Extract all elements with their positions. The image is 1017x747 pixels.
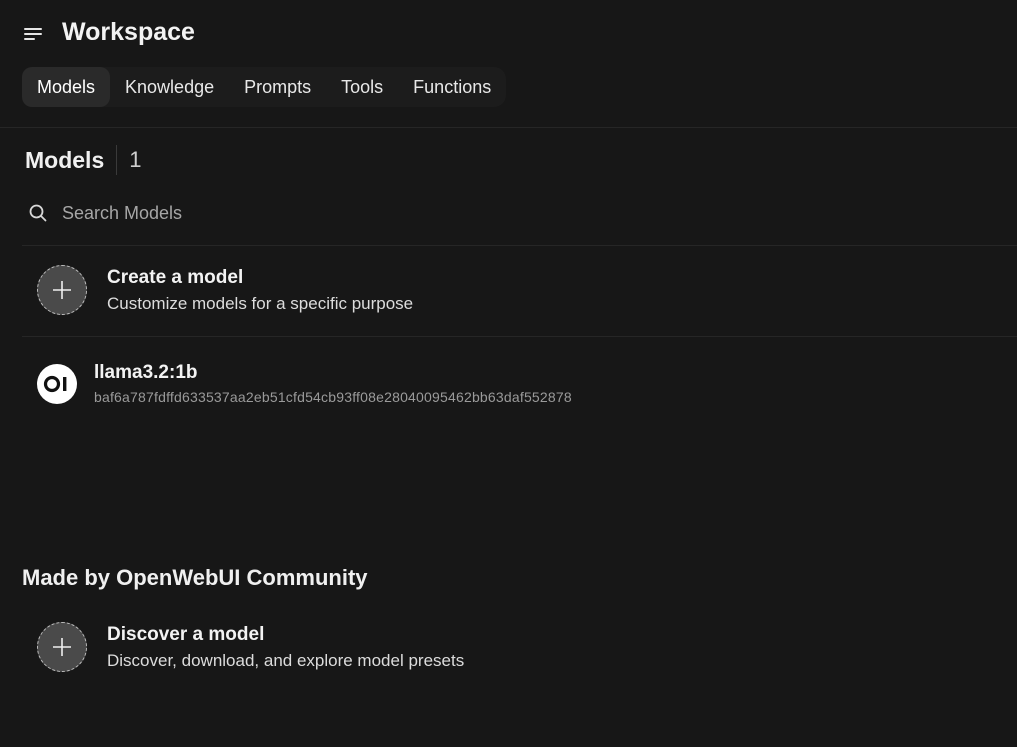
model-id: baf6a787fdffd633537aa2eb51cfd54cb93ff08e… <box>94 389 572 405</box>
discover-model-card[interactable]: Discover a model Discover, download, and… <box>37 622 464 672</box>
workspace-header: Workspace Models Knowledge Prompts Tools… <box>0 0 1017 128</box>
tab-functions[interactable]: Functions <box>398 67 506 107</box>
search-icon <box>22 203 52 223</box>
models-section-title: Models <box>25 146 105 173</box>
openwebui-logo-icon <box>37 363 77 404</box>
tab-knowledge[interactable]: Knowledge <box>110 67 229 107</box>
models-heading: Models 1 <box>25 144 141 176</box>
divider <box>22 336 1017 337</box>
models-count: 1 <box>129 147 142 172</box>
discover-model-subtitle: Discover, download, and explore model pr… <box>107 650 465 670</box>
create-model-title: Create a model <box>107 266 244 288</box>
create-model-subtitle: Customize models for a specific purpose <box>107 293 414 313</box>
search-models-input[interactable] <box>62 202 762 224</box>
search-bar <box>22 194 1017 232</box>
community-section-title: Made by OpenWebUI Community <box>22 565 368 590</box>
create-model-card[interactable]: Create a model Customize models for a sp… <box>37 265 413 315</box>
divider <box>22 245 1017 246</box>
model-name: llama3.2:1b <box>94 362 198 383</box>
plus-icon <box>37 622 87 672</box>
workspace-tabs: Models Knowledge Prompts Tools Functions <box>22 67 507 107</box>
tab-tools[interactable]: Tools <box>326 67 398 107</box>
tab-prompts[interactable]: Prompts <box>229 67 326 107</box>
model-item[interactable]: llama3.2:1b baf6a787fdffd633537aa2eb51cf… <box>37 362 572 405</box>
discover-model-title: Discover a model <box>107 623 265 645</box>
heading-divider <box>116 145 118 175</box>
plus-icon <box>37 265 87 315</box>
hamburger-menu-icon[interactable] <box>22 24 46 46</box>
page-title: Workspace <box>62 18 195 46</box>
tab-models[interactable]: Models <box>22 67 111 107</box>
